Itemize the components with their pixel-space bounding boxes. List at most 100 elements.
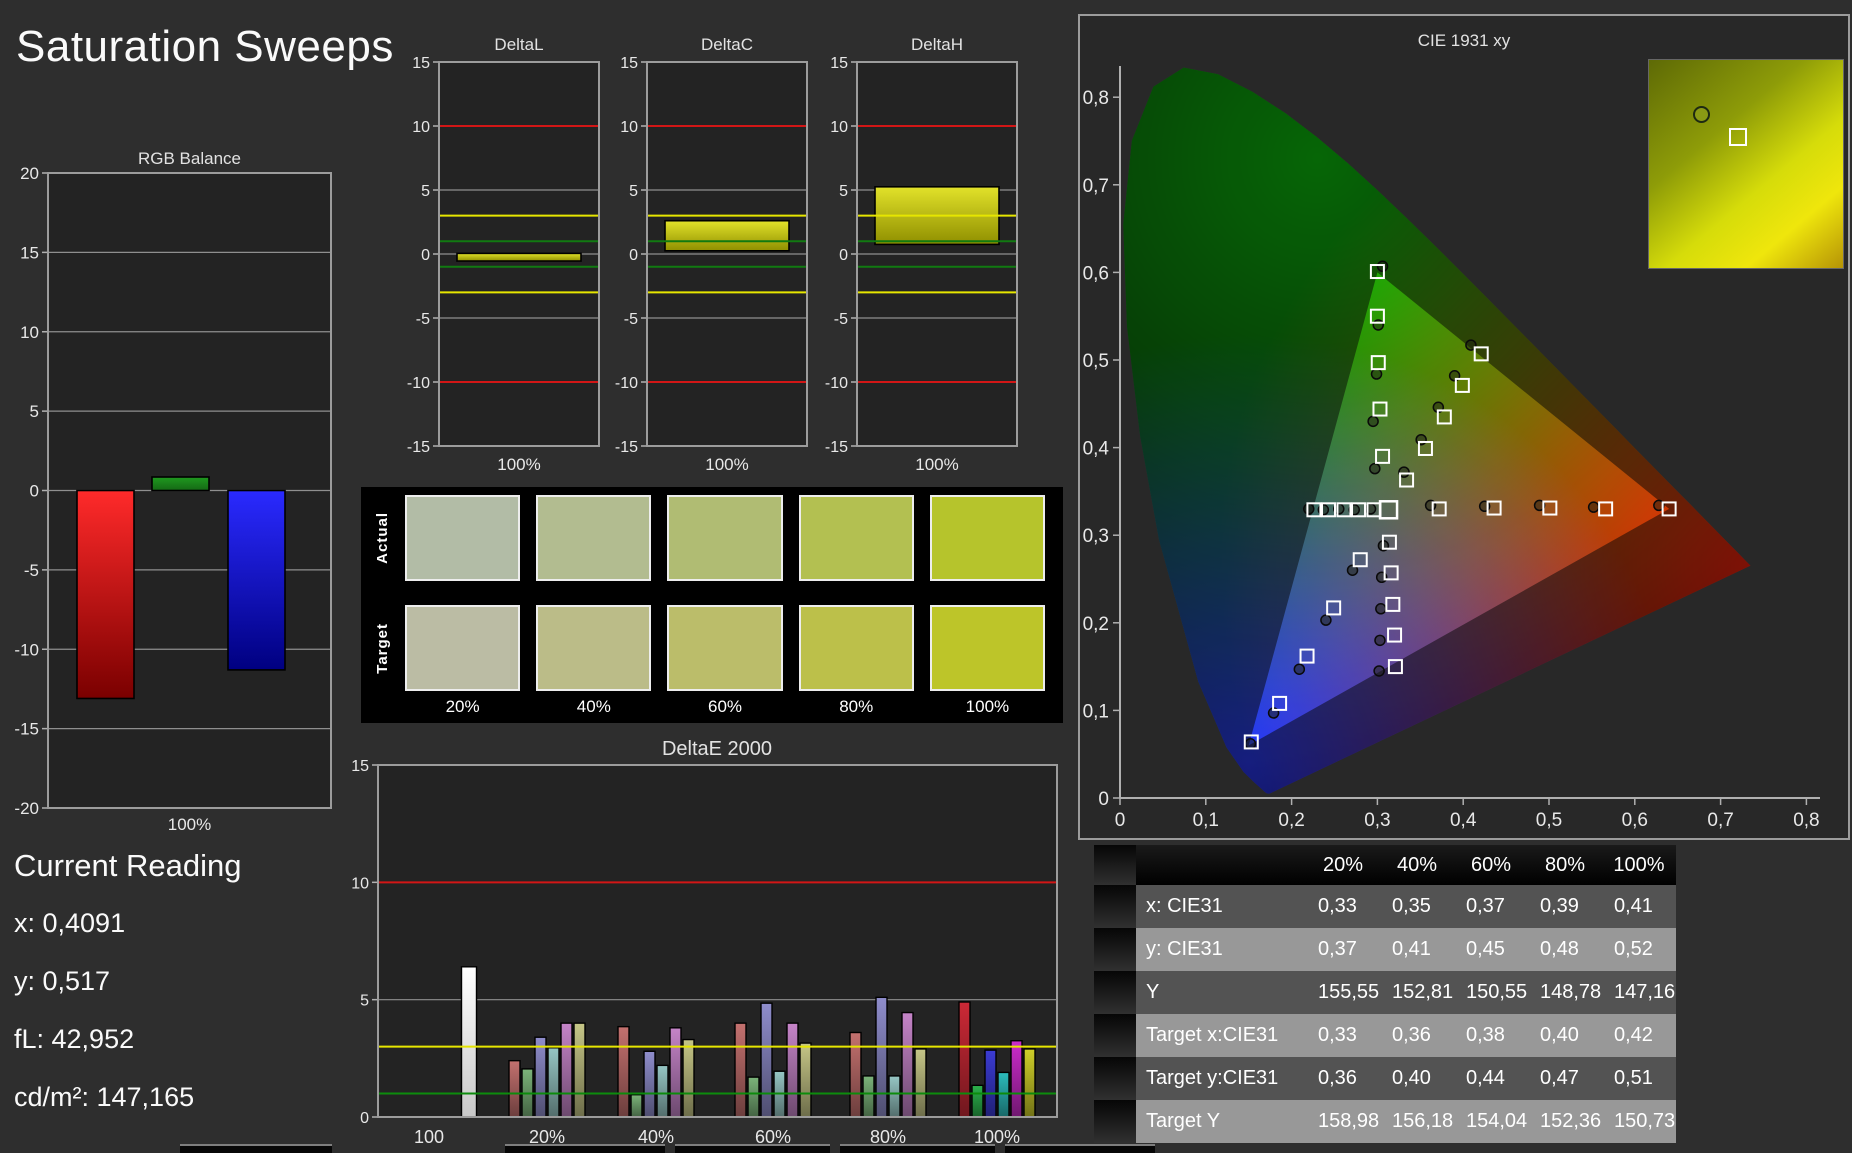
svg-text:0,7: 0,7 bbox=[1083, 176, 1109, 197]
table-cell: 0,45 bbox=[1454, 928, 1528, 971]
table-header-cell: 80% bbox=[1528, 845, 1602, 885]
svg-text:5: 5 bbox=[839, 183, 848, 200]
table-row-lead bbox=[1094, 1100, 1136, 1143]
svg-text:100%: 100% bbox=[915, 455, 958, 474]
table-cell: 0,38 bbox=[1454, 1014, 1528, 1057]
deltae-bar-20%-cyan bbox=[547, 1047, 560, 1118]
deltae-bar-20%-blue bbox=[534, 1036, 547, 1118]
table-row-lead bbox=[1094, 1014, 1136, 1057]
table-cell: 148,78 bbox=[1528, 971, 1602, 1014]
actual-swatch-60% bbox=[667, 495, 783, 581]
table-row-label: Target Y bbox=[1136, 1100, 1306, 1143]
reading-y: y: 0,517 bbox=[14, 966, 111, 996]
table-cell: 0,42 bbox=[1602, 1014, 1676, 1057]
target-swatch-100% bbox=[929, 605, 1046, 691]
svg-text:100: 100 bbox=[414, 1127, 444, 1147]
deltae-bar-80%-blue bbox=[875, 996, 888, 1118]
swatch-col-label: 60% bbox=[707, 697, 743, 716]
table-cell: 0,48 bbox=[1528, 928, 1602, 971]
svg-text:5: 5 bbox=[360, 993, 369, 1010]
svg-text:0,7: 0,7 bbox=[1707, 810, 1733, 831]
chart-title: DeltaL bbox=[494, 35, 543, 54]
green-measured-point bbox=[1372, 319, 1385, 331]
svg-text:-10: -10 bbox=[615, 375, 638, 392]
reading-cdm2: cd/m²: 147,165 bbox=[14, 1082, 195, 1112]
svg-text:-10: -10 bbox=[14, 640, 39, 659]
table-cell: 0,39 bbox=[1528, 885, 1602, 928]
green-measured-point bbox=[1376, 260, 1389, 273]
target-swatch-60% bbox=[667, 605, 783, 691]
svg-text:-15: -15 bbox=[615, 439, 638, 456]
saturation-table: 20% 40% 60% 80% 100% x: CIE31 0,33 0,35 0,37 0,39… bbox=[1094, 845, 1676, 1143]
svg-text:0: 0 bbox=[839, 247, 848, 264]
table-cell: 0,33 bbox=[1306, 885, 1380, 928]
saturation-sweeps-page: Saturation Sweeps -20 -15 -10 -5 0 5 10 15 20 RGB… bbox=[0, 0, 1852, 1153]
magenta-measured-point bbox=[1374, 634, 1386, 647]
svg-text:10: 10 bbox=[412, 119, 430, 136]
svg-text:-20: -20 bbox=[14, 799, 39, 818]
svg-text:0,8: 0,8 bbox=[1083, 88, 1109, 109]
svg-text:10: 10 bbox=[20, 323, 39, 342]
green-balance-bar bbox=[151, 476, 210, 492]
deltae-bar-80%-green bbox=[862, 1075, 875, 1118]
svg-text:0,2: 0,2 bbox=[1083, 614, 1109, 635]
svg-text:0: 0 bbox=[1115, 810, 1126, 831]
delta_l-bar bbox=[456, 252, 582, 262]
svg-text:-15: -15 bbox=[14, 720, 39, 739]
target-point-icon bbox=[1729, 127, 1748, 146]
svg-text:0,4: 0,4 bbox=[1450, 810, 1477, 831]
deltae-bar-60%-magenta bbox=[786, 1022, 799, 1118]
delta-e-2000-chart: 051015100 20% 40% 60% 80% 100%DeltaE 2000 bbox=[351, 738, 1058, 1147]
chart-title: DeltaC bbox=[701, 35, 753, 54]
delta_c-bar bbox=[664, 219, 790, 252]
deltae-bar-60%-blue bbox=[760, 1002, 773, 1118]
table-cell: 0,41 bbox=[1380, 928, 1454, 971]
table-cell: 0,36 bbox=[1306, 1057, 1380, 1100]
delta-c-chart: -15 -10 -5 0 5 10 15 DeltaC 100% bbox=[615, 35, 808, 474]
table-cell: 152,81 bbox=[1380, 971, 1454, 1014]
table-cell: 0,37 bbox=[1306, 928, 1380, 971]
table-header-cell: 60% bbox=[1454, 845, 1528, 885]
swatch-row-label: Actual bbox=[373, 512, 391, 564]
svg-text:-10: -10 bbox=[407, 375, 430, 392]
deltae-bar-80%-red bbox=[849, 1031, 862, 1118]
table-cell: 0,44 bbox=[1454, 1057, 1528, 1100]
table-row-lead bbox=[1094, 885, 1136, 928]
delta-h-chart: -15 -10 -5 0 5 10 15 DeltaH 100% bbox=[825, 35, 1018, 474]
svg-text:100%: 100% bbox=[168, 815, 211, 834]
svg-text:0,5: 0,5 bbox=[1536, 810, 1562, 831]
table-cell: 0,37 bbox=[1454, 885, 1528, 928]
table-cell: 0,40 bbox=[1528, 1014, 1602, 1057]
blue-measured-point bbox=[1320, 614, 1332, 626]
svg-text:15: 15 bbox=[20, 243, 39, 262]
svg-text:0,4: 0,4 bbox=[1083, 439, 1110, 460]
actual-swatch-20% bbox=[405, 495, 521, 581]
svg-text:0,6: 0,6 bbox=[1083, 263, 1109, 284]
table-row-label: Target x:CIE31 bbox=[1136, 1014, 1306, 1057]
table-header-cell: 20% bbox=[1306, 845, 1380, 885]
table-cell: 0,41 bbox=[1602, 885, 1676, 928]
green-measured-point bbox=[1370, 368, 1383, 380]
svg-text:0,1: 0,1 bbox=[1083, 701, 1109, 722]
deltae-bar-60%-red bbox=[734, 1022, 747, 1118]
deltae-bar-80%-magenta bbox=[901, 1011, 914, 1118]
svg-text:5: 5 bbox=[30, 402, 39, 421]
svg-text:0,3: 0,3 bbox=[1083, 526, 1109, 547]
table-cell: 155,55 bbox=[1306, 971, 1380, 1014]
svg-text:5: 5 bbox=[421, 183, 430, 200]
svg-text:10: 10 bbox=[830, 119, 848, 136]
swatch-col-label: 100% bbox=[965, 697, 1010, 716]
table-cell: 0,35 bbox=[1380, 885, 1454, 928]
svg-text:-5: -5 bbox=[416, 311, 430, 328]
deltae-bar-20%-yellow bbox=[573, 1022, 586, 1118]
cyan-measured-point bbox=[1303, 503, 1315, 515]
svg-text:0: 0 bbox=[30, 482, 39, 501]
table-cell: 156,18 bbox=[1380, 1100, 1454, 1143]
table-header-cell: 40% bbox=[1380, 845, 1454, 885]
target-swatch-80% bbox=[798, 605, 914, 691]
swatch-col-label: 40% bbox=[576, 697, 611, 716]
target-swatch-40% bbox=[536, 605, 652, 691]
deltae-bar-40%-yellow bbox=[682, 1038, 695, 1118]
blue-measured-point bbox=[1293, 663, 1306, 675]
swatch-panel: Actual Target 20% 40% 60% 80% 100% bbox=[361, 487, 1063, 723]
